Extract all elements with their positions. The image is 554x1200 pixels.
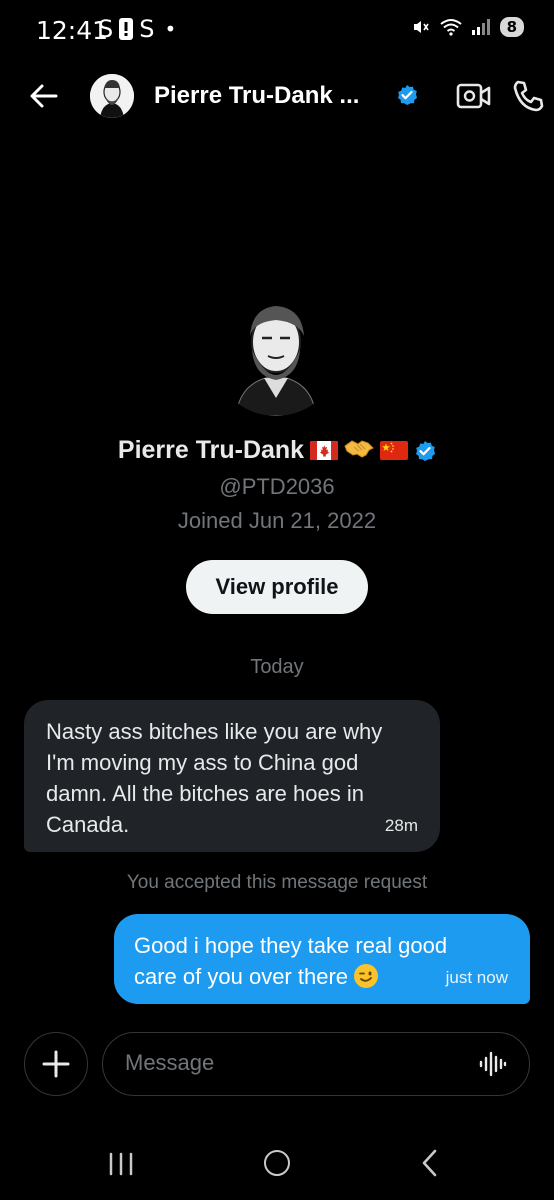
profile-joined-date: Joined Jun 21, 2022 bbox=[177, 508, 377, 533]
battery-icon: 8 bbox=[499, 17, 524, 37]
add-attachment-button[interactable] bbox=[24, 1032, 88, 1096]
profile-name: Pierre Tru-Dank bbox=[117, 436, 305, 464]
message-text-wrapper: Good i hope they take real good care of … bbox=[134, 930, 464, 992]
conversation-title[interactable]: Pierre Tru-Dank ... bbox=[154, 82, 359, 110]
wifi-icon bbox=[439, 19, 462, 36]
verified-badge-icon bbox=[416, 440, 436, 461]
message-text: Good i hope they take real good care of … bbox=[134, 933, 448, 989]
view-profile-button[interactable]: View profile bbox=[186, 560, 368, 614]
message-composer bbox=[102, 1032, 530, 1096]
signal-icon bbox=[471, 19, 490, 35]
message-request-note: You accepted this message request bbox=[126, 872, 428, 893]
profile-handle: @PTD2036 bbox=[219, 474, 335, 499]
message-text: Nasty ass bitches like you are why I'm m… bbox=[46, 719, 383, 837]
notification-icons: S S • bbox=[98, 15, 176, 43]
recent-apps-icon[interactable] bbox=[108, 1152, 134, 1176]
plus-icon bbox=[42, 1050, 70, 1078]
mute-icon bbox=[413, 21, 429, 33]
message-input[interactable] bbox=[125, 1033, 455, 1093]
china-flag-icon bbox=[380, 441, 409, 460]
outgoing-message-bubble[interactable]: Good i hope they take real good care of … bbox=[114, 914, 530, 1004]
video-call-icon[interactable] bbox=[456, 80, 492, 112]
phone-call-icon[interactable] bbox=[510, 78, 546, 114]
winking-face-icon bbox=[354, 964, 379, 988]
portrait-avatar-image bbox=[90, 74, 134, 118]
s-app-icon: S bbox=[139, 15, 155, 43]
message-timestamp: just now bbox=[445, 968, 508, 987]
home-icon[interactable] bbox=[264, 1150, 290, 1176]
incoming-message-bubble[interactable]: Nasty ass bitches like you are why I'm m… bbox=[24, 700, 440, 852]
message-timestamp: 28m bbox=[384, 816, 418, 835]
system-icons: 8 bbox=[412, 17, 524, 37]
system-navigation-bar bbox=[0, 1130, 554, 1200]
profile-name-row: Pierre Tru-Dank bbox=[0, 436, 554, 465]
alert-icon bbox=[119, 18, 134, 40]
canada-flag-icon bbox=[310, 441, 339, 460]
more-notifications-dot: • bbox=[164, 17, 177, 41]
avatar[interactable] bbox=[90, 74, 134, 118]
handshake-icon bbox=[344, 438, 374, 464]
portrait-avatar-image bbox=[212, 288, 340, 416]
conversation-header: Pierre Tru-Dank ... bbox=[0, 66, 554, 126]
back-arrow-icon[interactable] bbox=[26, 78, 62, 114]
s-app-icon: S bbox=[98, 15, 114, 43]
voice-message-icon[interactable] bbox=[479, 1051, 507, 1077]
verified-badge-icon bbox=[398, 85, 417, 105]
nav-back-icon[interactable] bbox=[420, 1148, 440, 1178]
status-bar: 12:41 S S • 8 bbox=[0, 0, 554, 58]
date-separator: Today bbox=[250, 656, 304, 678]
profile-avatar[interactable] bbox=[212, 288, 340, 416]
